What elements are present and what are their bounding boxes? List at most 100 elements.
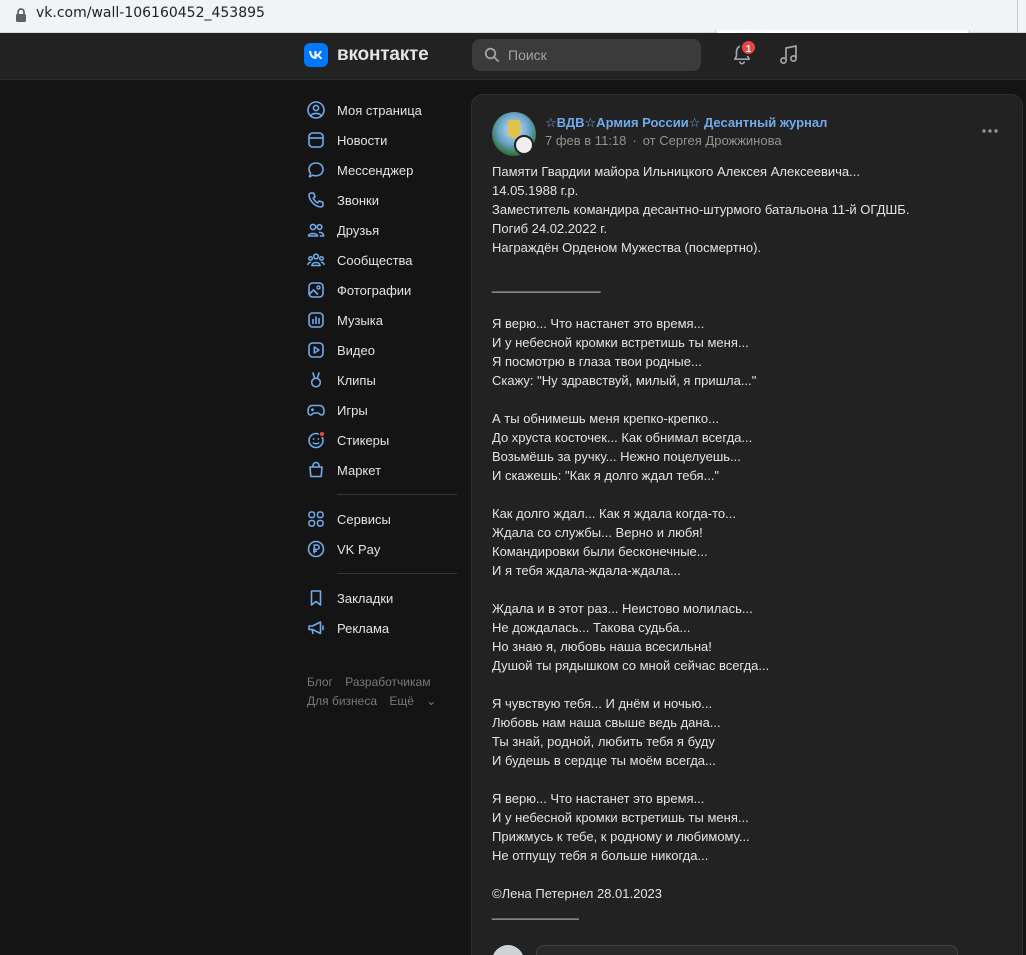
post-text-line: Я верю... Что настанет это время... [492,316,705,331]
author-avatar[interactable] [514,135,534,155]
search-input[interactable] [508,47,678,63]
url-text[interactable]: vk.com/wall-106160452_453895 [36,5,265,21]
vk-logo-icon [304,43,328,67]
games-icon [306,400,326,420]
post-text-line [492,770,992,789]
sidebar-item-my-page[interactable]: Моя страница [300,95,465,125]
sidebar-item-games[interactable]: Игры [300,395,465,425]
post-text-line: Я посмотрю в глаза твои родные... [492,354,702,369]
wall-post: ☆ВДВ☆Армия России☆ Десантный журнал 7 фе… [471,94,1023,955]
notification-badge: 1 [740,39,757,56]
post-text-line: Награждён Орденом Мужества (посмертно). [492,240,762,255]
post-text-line: Прижмусь к тебе, к родному и любимому... [492,829,750,844]
sidebar-divider [337,573,457,574]
profile-icon [306,100,326,120]
vk-logo-text: вконтакте [337,44,429,65]
comment-input[interactable] [536,945,958,955]
sidebar-item-ads[interactable]: Реклама [300,613,465,643]
sidebar-item-label: Стикеры [337,432,390,448]
sidebar-item-stickers[interactable]: Стикеры [300,425,465,455]
video-icon [306,340,326,360]
footer-link-business[interactable]: Для бизнеса [307,694,377,708]
search-box[interactable] [472,39,701,71]
sidebar-item-photos[interactable]: Фотографии [300,275,465,305]
vkpay-icon [306,539,326,559]
sidebar-item-friends[interactable]: Друзья [300,215,465,245]
footer-link-more[interactable]: Ещё ⌄ [389,694,445,708]
sidebar-item-clips[interactable]: Клипы [300,365,465,395]
post-date[interactable]: 7 фев в 11:18 [545,133,626,148]
post-text-line: Не отпущу тебя я больше никогда... [492,848,709,863]
sidebar-item-vkpay[interactable]: VK Pay [300,534,465,564]
sidebar-item-label: Звонки [337,192,379,208]
meta-separator: · [632,133,637,148]
bookmarks-icon [306,588,326,608]
search-icon [484,47,499,62]
post-text: Памяти Гвардии майора Ильницкого Алексея… [492,162,992,922]
post-text-line [492,865,992,884]
sidebar-item-messenger[interactable]: Мессенджер [300,155,465,185]
messenger-icon [306,160,326,180]
post-text-line: Не дождалась... Такова судьба... [492,620,691,635]
post-text-line: ____________ [492,905,579,920]
footer-more-label: Ещё [389,694,414,708]
sidebar-divider [337,494,457,495]
sidebar-item-calls[interactable]: Звонки [300,185,465,215]
post-text-line: Я чувствую тебя... И днём и ночью... [492,696,713,711]
sidebar-item-music[interactable]: Музыка [300,305,465,335]
sidebar-item-communities[interactable]: Сообщества [300,245,465,275]
ads-icon [306,618,326,638]
sidebar-item-bookmarks[interactable]: Закладки [300,583,465,613]
post-text-line: Скажу: "Ну здравствуй, милый, я пришла..… [492,373,757,388]
more-options-icon[interactable] [980,121,1000,141]
communities-icon [306,250,326,270]
market-icon [306,460,326,480]
post-text-line [492,580,992,599]
sidebar-item-news[interactable]: Новости [300,125,465,155]
post-text-line: Погиб 24.02.2022 г. [492,221,608,236]
post-text-line: _______________ [492,278,601,293]
post-text-line: Как долго ждал... Как я ждала когда-то..… [492,506,736,521]
footer-link-blog[interactable]: Блог [307,675,333,689]
chevron-down-icon: ⌄ [426,694,437,708]
post-text-line: А ты обнимешь меня крепко-крепко... [492,411,719,426]
sidebar-item-label: Новости [337,132,388,148]
post-text-line: 14.05.1988 г.р. [492,183,579,198]
post-text-line: И скажешь: "Как я долго ждал тебя..." [492,468,720,483]
clips-icon [306,370,326,390]
current-user-avatar [492,945,524,955]
post-text-line: Памяти Гвардии майора Ильницкого Алексея… [492,164,860,179]
post-text-line: Я верю... Что настанет это время... [492,791,705,806]
sidebar-item-label: Клипы [337,372,376,388]
post-text-line [492,485,992,504]
comment-area [492,945,1004,955]
services-icon [306,509,326,529]
stickers-icon [306,430,326,450]
sidebar-item-label: Музыка [337,312,383,328]
sidebar-item-label: Друзья [337,222,380,238]
music-player-icon[interactable] [777,43,801,67]
post-author-link[interactable]: ☆ВДВ☆Армия России☆ Десантный журнал [545,115,827,131]
post-text-line: Душой ты рядышком со мной сейчас всегда.… [492,658,770,673]
post-signer[interactable]: от Сергея Дрожжинова [643,133,782,148]
sidebar-item-video[interactable]: Видео [300,335,465,365]
sidebar-item-services[interactable]: Сервисы [300,504,465,534]
post-text-line [492,675,992,694]
post-text-line: И я тебя ждала-ждала-ждала... [492,563,681,578]
post-text-line: Но знаю я, любовь наша всесильна! [492,639,712,654]
sidebar-item-label: Сервисы [337,511,391,527]
post-meta: 7 фев в 11:18 · от Сергея Дрожжинова [545,133,782,148]
post-text-line [492,257,992,276]
sidebar-item-market[interactable]: Маркет [300,455,465,485]
lock-icon [16,8,26,22]
news-icon [306,130,326,150]
sidebar-item-label: Сообщества [337,252,413,268]
post-text-line: Возьмёшь за ручку... Нежно поцелуешь... [492,449,741,464]
post-text-line [492,390,992,409]
footer-link-developers[interactable]: Разработчикам [345,675,430,689]
vk-logo[interactable]: вконтакте [304,43,429,67]
post-text-line: Командировки были бесконечные... [492,544,708,559]
left-sidebar: Моя страница Новости Мессенджер Звонки Д… [300,95,465,711]
sidebar-item-label: Игры [337,402,368,418]
sidebar-item-label: Реклама [337,620,390,636]
